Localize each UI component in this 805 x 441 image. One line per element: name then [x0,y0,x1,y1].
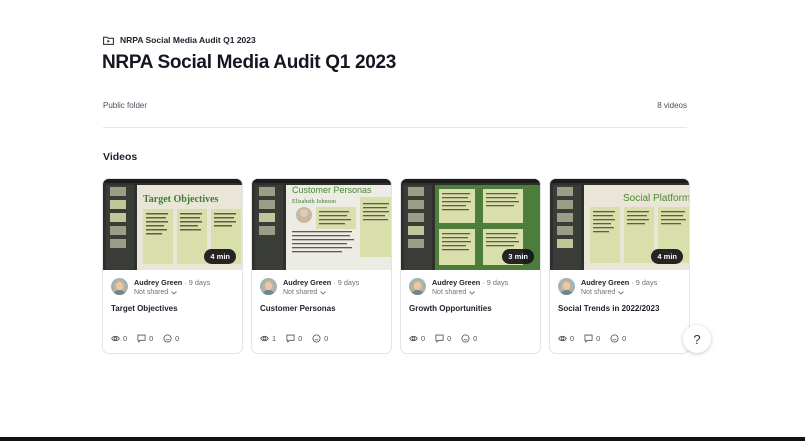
bottom-edge [0,437,805,441]
avatar [409,278,426,295]
author-info: Audrey Green · 9 days Not shared [409,278,508,296]
comments-count: 0 [298,334,303,343]
folder-meta: Public folder 8 videos [103,101,687,110]
eye-icon [260,335,269,342]
views-count: 0 [421,334,426,343]
page-title: NRPA Social Media Audit Q1 2023 [102,52,397,73]
comments-count: 0 [596,334,601,343]
duration-badge: 4 min [651,249,683,264]
video-title[interactable]: Social Trends in 2022/2023 [558,304,659,313]
thumb-heading: Social Platform T [623,193,689,204]
video-age: · 9 days [482,278,509,287]
comment-icon [584,334,593,343]
thumb-heading: Customer Personas [292,185,372,195]
smiley-icon [461,334,470,343]
video-grid: Target Objectives 4 min Audrey Green · 9… [102,178,690,354]
video-age: · 9 days [333,278,360,287]
video-card[interactable]: Target Objectives 4 min Audrey Green · 9… [102,178,243,354]
views-stat: 0 [409,334,425,343]
comments-stat[interactable]: 0 [286,334,302,343]
duration-badge: 4 min [204,249,236,264]
comments-count: 0 [447,334,452,343]
video-thumbnail[interactable]: Target Objectives 4 min [103,179,242,270]
eye-icon [409,335,418,342]
video-count: 8 videos [657,101,687,110]
share-status-dropdown[interactable]: Not shared [581,289,657,296]
comments-stat[interactable]: 0 [137,334,153,343]
reactions-stat[interactable]: 0 [163,334,179,343]
video-stats: 0 0 0 [409,334,477,343]
views-count: 1 [272,334,277,343]
smiley-icon [312,334,321,343]
video-stats: 0 0 0 [558,334,626,343]
section-title: Videos [103,151,138,163]
author-info: Audrey Green · 9 days Not shared [111,278,210,296]
reactions-count: 0 [324,334,329,343]
video-thumbnail[interactable]: 3 min [401,179,540,270]
views-stat: 0 [558,334,574,343]
video-title[interactable]: Customer Personas [260,304,336,313]
video-stats: 0 0 0 [111,334,179,343]
help-button[interactable]: ? [683,325,711,353]
video-title[interactable]: Growth Opportunities [409,304,492,313]
views-count: 0 [123,334,128,343]
duration-badge: 3 min [502,249,534,264]
smiley-icon [163,334,172,343]
chevron-down-icon [618,290,625,295]
comment-icon [435,334,444,343]
folder-play-icon [103,36,114,45]
share-status-label: Not shared [283,289,318,296]
video-age: · 9 days [184,278,211,287]
eye-icon [558,335,567,342]
folder-visibility: Public folder [103,101,148,110]
video-thumbnail[interactable]: Customer Personas Elizabeth Johnson [252,179,391,270]
breadcrumb-label: NRPA Social Media Audit Q1 2023 [120,35,256,45]
chevron-down-icon [469,290,476,295]
reactions-stat[interactable]: 0 [461,334,477,343]
thumb-heading: Target Objectives [143,194,219,205]
chevron-down-icon [171,290,178,295]
share-status-label: Not shared [134,289,169,296]
thumb-subheading: Elizabeth Johnson [292,199,336,205]
comment-icon [286,334,295,343]
comment-icon [137,334,146,343]
author-info: Audrey Green · 9 days Not shared [260,278,359,296]
author-name: Audrey Green [134,278,183,287]
avatar [260,278,277,295]
comments-count: 0 [149,334,154,343]
chevron-down-icon [320,290,327,295]
author-info: Audrey Green · 9 days Not shared [558,278,657,296]
reactions-count: 0 [175,334,180,343]
views-stat: 1 [260,334,276,343]
author-name: Audrey Green [283,278,332,287]
views-stat: 0 [111,334,127,343]
video-card[interactable]: Customer Personas Elizabeth Johnson Audr… [251,178,392,354]
author-name: Audrey Green [581,278,630,287]
reactions-stat[interactable]: 0 [312,334,328,343]
video-stats: 1 0 0 [260,334,328,343]
comments-stat[interactable]: 0 [584,334,600,343]
avatar [558,278,575,295]
share-status-dropdown[interactable]: Not shared [134,289,210,296]
share-status-dropdown[interactable]: Not shared [432,289,508,296]
comments-stat[interactable]: 0 [435,334,451,343]
reactions-stat[interactable]: 0 [610,334,626,343]
divider [103,127,687,128]
reactions-count: 0 [622,334,627,343]
share-status-dropdown[interactable]: Not shared [283,289,359,296]
avatar [111,278,128,295]
author-name: Audrey Green [432,278,481,287]
smiley-icon [610,334,619,343]
share-status-label: Not shared [581,289,616,296]
video-title[interactable]: Target Objectives [111,304,178,313]
video-age: · 9 days [631,278,658,287]
reactions-count: 0 [473,334,478,343]
views-count: 0 [570,334,575,343]
video-card[interactable]: Social Platform T 4 min Audrey Green · 9… [549,178,690,354]
breadcrumb[interactable]: NRPA Social Media Audit Q1 2023 [103,35,256,45]
eye-icon [111,335,120,342]
share-status-label: Not shared [432,289,467,296]
video-card[interactable]: 3 min Audrey Green · 9 days Not shared G… [400,178,541,354]
video-thumbnail[interactable]: Social Platform T 4 min [550,179,689,270]
